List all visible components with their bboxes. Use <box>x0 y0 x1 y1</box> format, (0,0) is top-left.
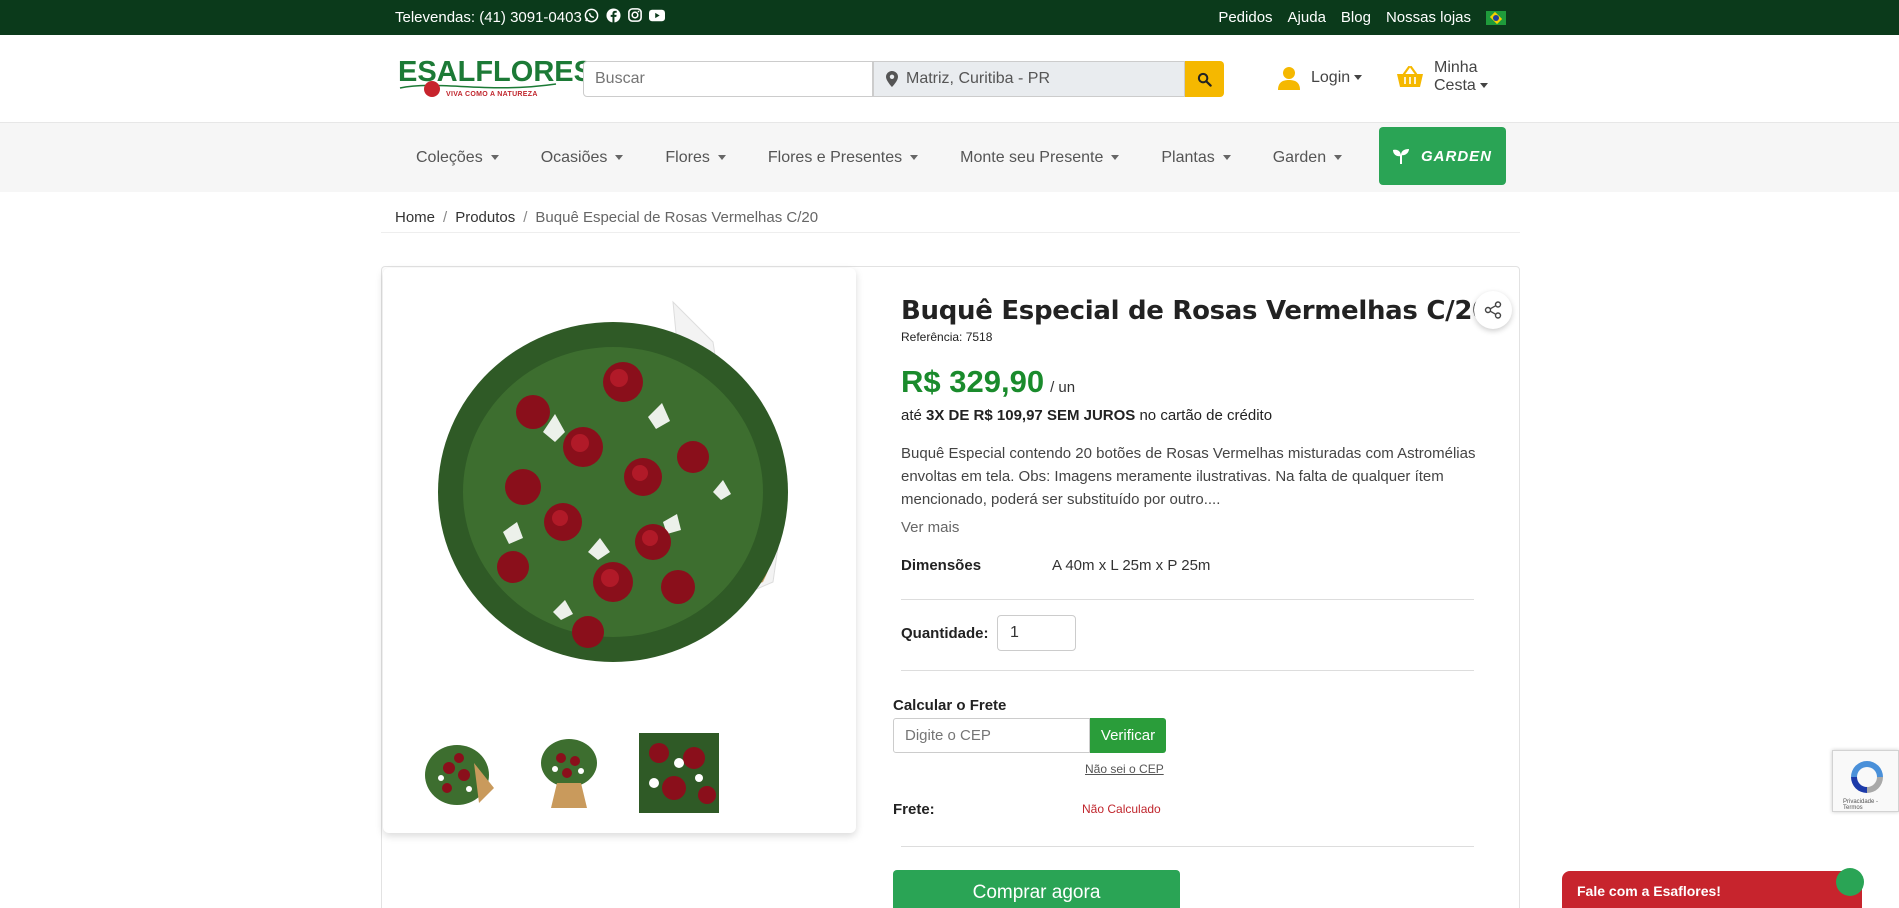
top-links: Pedidos Ajuda Blog Nossas lojas <box>1218 9 1506 26</box>
nav-item-plantas[interactable]: Plantas <box>1140 149 1251 167</box>
chevron-down-icon <box>1222 155 1231 160</box>
basket-menu[interactable]: Minha Cesta <box>1396 59 1488 95</box>
link-nossas-lojas[interactable]: Nossas lojas <box>1386 9 1471 26</box>
location-text: Matriz, Curitiba - PR <box>906 70 1051 87</box>
top-bar: Televendas: (41) 3091-0403 Pedidos Ajuda… <box>0 0 1899 35</box>
recaptcha-icon <box>1851 761 1883 793</box>
shipping-title: Calcular o Frete <box>893 697 1007 714</box>
product-price: R$ 329,90 / un <box>901 364 1075 400</box>
chevron-down-icon <box>1479 83 1488 89</box>
quantity-input[interactable] <box>997 615 1076 651</box>
buy-now-button[interactable]: Comprar agora <box>893 870 1180 908</box>
chevron-down-icon <box>615 155 624 160</box>
search-input[interactable] <box>583 61 873 97</box>
nav-item-flores-e-presentes[interactable]: Flores e Presentes <box>747 149 939 167</box>
breadcrumb-separator: / <box>443 209 448 226</box>
link-ajuda[interactable]: Ajuda <box>1288 9 1326 26</box>
chevron-down-icon <box>910 155 919 160</box>
user-icon <box>1278 67 1300 90</box>
chevron-down-icon <box>1334 155 1343 160</box>
product-main-image[interactable] <box>413 282 833 702</box>
breadcrumb-separator: / <box>523 209 528 226</box>
recaptcha-text[interactable]: Privacidade - Termos <box>1843 799 1898 811</box>
social-links <box>583 7 665 23</box>
product-reference: Referência: 7518 <box>901 330 993 344</box>
login-label: Login <box>1311 69 1363 87</box>
cep-input[interactable] <box>893 718 1090 753</box>
nav-item-garden[interactable]: Garden <box>1252 149 1363 167</box>
installments-amount: 3X DE R$ 109,97 SEM JUROS <box>926 407 1136 424</box>
rose-icon <box>424 81 440 97</box>
dont-know-cep-link[interactable]: Não sei o CEP <box>1085 762 1164 776</box>
recaptcha-badge[interactable]: Privacidade - Termos <box>1832 750 1899 812</box>
search-icon <box>1197 72 1212 87</box>
facebook-icon[interactable] <box>605 7 621 23</box>
link-blog[interactable]: Blog <box>1341 9 1371 26</box>
see-more-link[interactable]: Ver mais <box>901 519 959 536</box>
divider <box>381 232 1520 233</box>
map-pin-icon <box>886 71 898 87</box>
site-header: ESALFLORES VIVA COMO A NATUREZA Matriz, … <box>0 35 1899 123</box>
product-gallery <box>383 268 856 833</box>
shipping-value: Não Calculado <box>1082 802 1161 816</box>
nav-item-colecoes[interactable]: Coleções <box>395 149 520 167</box>
price-unit: / un <box>1050 379 1076 396</box>
breadcrumb: Home / Produtos / Buquê Especial de Rosa… <box>395 209 818 226</box>
divider <box>901 846 1474 847</box>
nav-item-flores[interactable]: Flores <box>644 149 746 167</box>
share-icon <box>1484 301 1502 319</box>
garden-button[interactable]: GARDEN <box>1379 127 1506 185</box>
login-menu[interactable]: Login <box>1278 66 1363 90</box>
product-description: Buquê Especial contendo 20 botões de Ros… <box>901 445 1476 508</box>
sprout-icon <box>1392 149 1409 164</box>
youtube-icon[interactable] <box>649 7 665 23</box>
price-value: R$ 329,90 <box>901 364 1045 399</box>
location-selector[interactable]: Matriz, Curitiba - PR <box>873 61 1185 97</box>
televendas-phone[interactable]: Televendas: (41) 3091-0403 <box>395 9 582 26</box>
installments-info: até 3X DE R$ 109,97 SEM JUROS no cartão … <box>901 407 1273 424</box>
thumbnail-2[interactable] <box>529 733 609 813</box>
product-title: Buquê Especial de Rosas Vermelhas C/20 <box>901 296 1490 326</box>
whatsapp-icon[interactable] <box>583 7 599 23</box>
nav-item-ocasioes[interactable]: Ocasiões <box>520 149 645 167</box>
esaflores-logo[interactable]: ESALFLORES VIVA COMO A NATUREZA <box>398 57 593 103</box>
verify-cep-button[interactable]: Verificar <box>1090 718 1166 753</box>
brazil-flag-icon[interactable] <box>1486 10 1506 25</box>
garden-button-label: GARDEN <box>1420 147 1492 165</box>
thumbnail-1[interactable] <box>419 733 499 813</box>
nav-item-monte-seu-presente[interactable]: Monte seu Presente <box>939 149 1140 167</box>
basket-icon <box>1397 66 1423 87</box>
breadcrumb-current: Buquê Especial de Rosas Vermelhas C/20 <box>535 209 819 226</box>
thumbnail-3[interactable] <box>639 733 719 813</box>
chevron-down-icon <box>717 155 726 160</box>
share-button[interactable] <box>1474 291 1512 329</box>
chevron-down-icon <box>1111 155 1120 160</box>
main-nav: Coleções Ocasiões Flores Flores e Presen… <box>0 123 1899 192</box>
logo-tagline: VIVA COMO A NATUREZA <box>446 91 538 98</box>
quantity-label: Quantidade: <box>901 625 989 642</box>
chat-widget[interactable]: Fale com a Esaflores! <box>1562 871 1862 908</box>
divider <box>901 670 1474 671</box>
thumbnail-list <box>419 733 719 813</box>
basket-label: Minha Cesta <box>1434 59 1488 95</box>
shipping-label: Frete: <box>893 801 935 818</box>
dimensions-label: Dimensões <box>901 557 982 574</box>
breadcrumb-produtos[interactable]: Produtos <box>455 209 515 226</box>
breadcrumb-home[interactable]: Home <box>395 209 435 226</box>
link-pedidos[interactable]: Pedidos <box>1218 9 1272 26</box>
instagram-icon[interactable] <box>627 7 643 23</box>
chevron-down-icon <box>490 155 499 160</box>
search-button[interactable] <box>1185 61 1224 97</box>
divider <box>901 599 1474 600</box>
chat-label: Fale com a Esaflores! <box>1577 883 1721 899</box>
dimensions-value: A 40m x L 25m x P 25m <box>1052 557 1211 574</box>
chevron-down-icon <box>1354 75 1363 81</box>
whatsapp-chat-icon[interactable] <box>1836 868 1864 896</box>
